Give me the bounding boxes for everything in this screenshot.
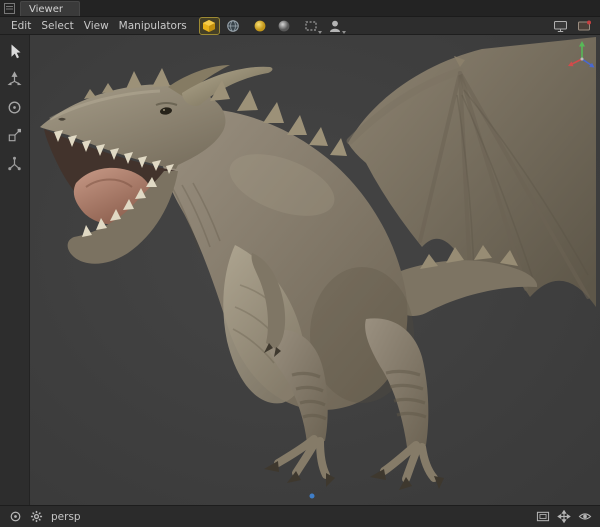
live-render-button[interactable]: [575, 18, 594, 34]
light-sphere-icon: [253, 19, 267, 33]
head-display-icon: [328, 19, 342, 33]
tab-strip: Viewer: [0, 0, 600, 17]
render-indicator-group: [551, 18, 594, 34]
rotate-icon: [6, 99, 23, 116]
tool-translate[interactable]: [4, 70, 26, 89]
selection-mode-group: [302, 18, 345, 34]
scale-icon: [6, 127, 23, 144]
marquee-select-icon: [304, 19, 318, 33]
head-display-button[interactable]: [326, 18, 345, 34]
tab-viewer[interactable]: Viewer: [20, 1, 80, 16]
visibility-circle-icon[interactable]: [8, 510, 22, 524]
shaded-sphere-icon: [277, 19, 291, 33]
main-area: [0, 35, 600, 505]
geometry-cube-button[interactable]: [200, 18, 219, 34]
tool-axis-tripod[interactable]: [4, 154, 26, 173]
dropdown-arrow-icon: [318, 31, 322, 34]
dropdown-arrow-icon: [342, 31, 346, 34]
render-monitor-icon: [553, 19, 568, 33]
pane-menu-icon[interactable]: [4, 3, 15, 14]
status-bar: persp: [0, 505, 600, 527]
camera-selector[interactable]: persp: [51, 511, 81, 523]
left-toolbar: [0, 35, 30, 505]
origin-dot: [310, 494, 315, 499]
menu-bar: Edit Select View Manipulators: [0, 17, 600, 35]
viewer-window: Viewer Edit Select View Manipulators: [0, 0, 600, 527]
menu-view[interactable]: View: [79, 20, 114, 32]
tool-scale[interactable]: [4, 126, 26, 145]
resolution-gate-icon[interactable]: [536, 510, 550, 524]
tab-viewer-label: Viewer: [29, 4, 63, 15]
settings-gear-icon[interactable]: [29, 510, 43, 524]
camera-eye-icon[interactable]: [578, 510, 592, 524]
scene-canvas: [30, 35, 600, 505]
lighting-toggle-group: [251, 18, 294, 34]
axis-tripod-icon: [6, 155, 23, 172]
display-toggle-group: [200, 18, 243, 34]
translate-icon: [6, 71, 23, 88]
menu-select[interactable]: Select: [36, 20, 78, 32]
globe-icon: [226, 19, 240, 33]
geometry-cube-icon: [202, 19, 216, 33]
tool-select[interactable]: [4, 42, 26, 61]
menu-edit[interactable]: Edit: [6, 20, 36, 32]
select-arrow-icon: [7, 43, 23, 60]
marquee-select-button[interactable]: [302, 18, 321, 34]
globe-button[interactable]: [224, 18, 243, 34]
light-sphere-button[interactable]: [251, 18, 270, 34]
pan-mode-icon[interactable]: [557, 510, 571, 524]
viewport-3d[interactable]: [30, 35, 600, 505]
tool-rotate[interactable]: [4, 98, 26, 117]
live-render-icon: [577, 19, 592, 33]
shaded-sphere-button[interactable]: [275, 18, 294, 34]
render-monitor-button[interactable]: [551, 18, 570, 34]
menu-manipulators[interactable]: Manipulators: [114, 20, 192, 32]
